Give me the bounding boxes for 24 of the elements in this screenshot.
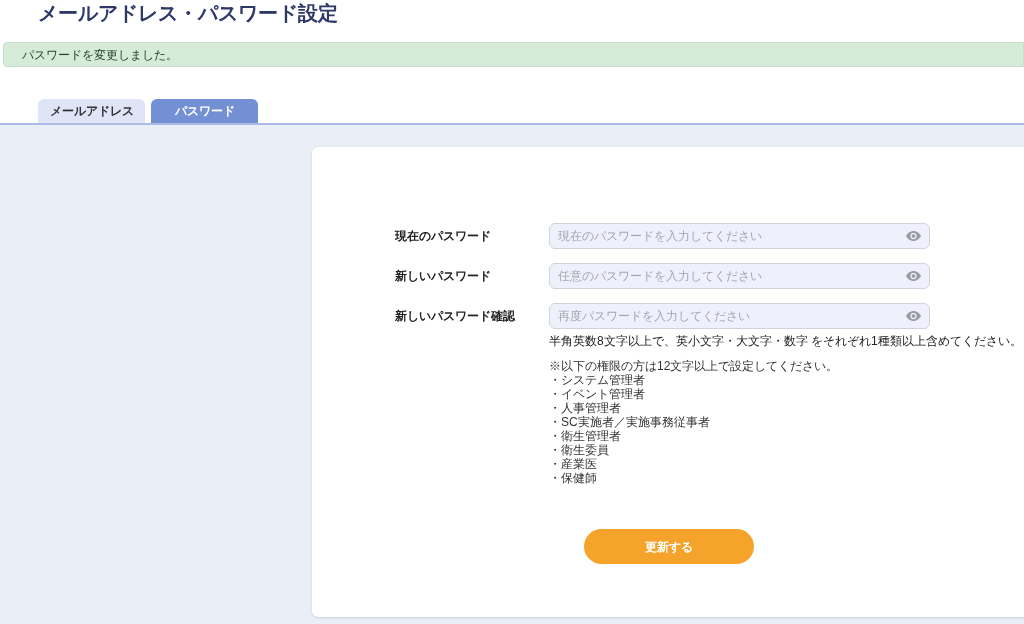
success-alert: パスワードを変更しました。 bbox=[3, 42, 1024, 67]
role-item: ・システム管理者 bbox=[549, 373, 646, 387]
password-field[interactable]: 任意のパスワードを入力してください bbox=[549, 263, 930, 289]
field-label: 現在のパスワード bbox=[395, 228, 492, 245]
password-field[interactable]: 現在のパスワードを入力してください bbox=[549, 223, 930, 249]
role-item: ・人事管理者 bbox=[549, 401, 622, 415]
password-field[interactable]: 再度パスワードを入力してください bbox=[549, 303, 930, 329]
update-button[interactable]: 更新する bbox=[584, 529, 754, 564]
role-item: ・衛生委員 bbox=[549, 443, 610, 457]
field-label: 新しいパスワード確認 bbox=[395, 308, 516, 325]
role-item: ・イベント管理者 bbox=[549, 387, 646, 401]
eye-icon[interactable] bbox=[906, 231, 921, 241]
eye-icon[interactable] bbox=[906, 311, 921, 321]
role-item: ・産業医 bbox=[549, 457, 598, 471]
role-note: ※以下の権限の方は12文字以上で設定してください。 bbox=[549, 359, 840, 373]
field-label: 新しいパスワード bbox=[395, 268, 492, 285]
password-hint: 半角英数8文字以上で、英小文字・大文字・数字 をそれぞれ1種類以上含めてください。 bbox=[549, 333, 1023, 350]
tab[interactable]: メールアドレス bbox=[38, 99, 145, 123]
role-item: ・SC実施者／実施事務従事者 bbox=[549, 415, 711, 429]
role-item: ・衛生管理者 bbox=[549, 429, 622, 443]
page-title: メールアドレス・パスワード設定 bbox=[38, 1, 338, 26]
eye-icon[interactable] bbox=[906, 271, 921, 281]
tab[interactable]: パスワード bbox=[151, 99, 258, 123]
role-item: ・保健師 bbox=[549, 471, 598, 485]
